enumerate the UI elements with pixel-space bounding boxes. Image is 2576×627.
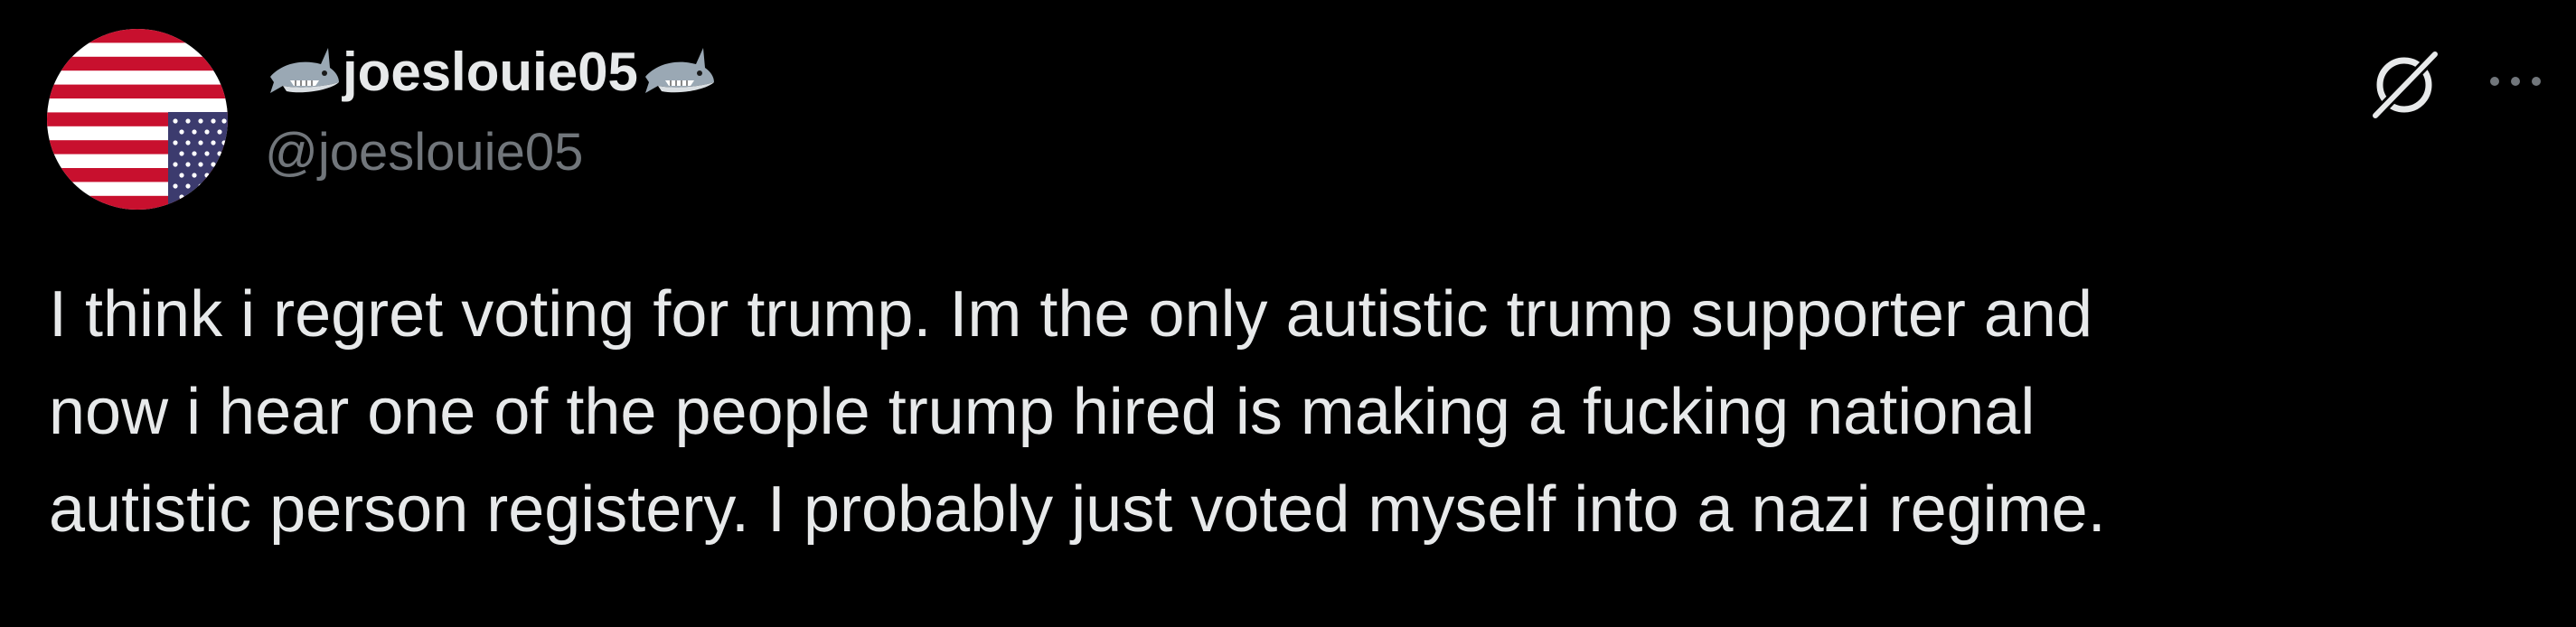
author-name-row[interactable]: joeslouie05 [265, 27, 716, 117]
grok-button[interactable] [2359, 40, 2449, 130]
display-name[interactable]: joeslouie05 [341, 45, 640, 99]
avatar[interactable] [47, 29, 228, 210]
post-text-line: now i hear one of the people trump hired… [49, 376, 2035, 448]
more-options-button[interactable] [2475, 45, 2556, 117]
shark-icon [644, 48, 714, 93]
us-flag-avatar-image [47, 29, 228, 210]
more-options-icon [2490, 77, 2541, 86]
post-text-line: autistic person registery. I probably ju… [49, 473, 2106, 546]
author-handle[interactable]: @joeslouie05 [265, 126, 583, 179]
post-card: joeslouie05 @joeslouie05 I think i regre [0, 0, 2576, 627]
post-text-line: I think i regret voting for trump. Im th… [49, 278, 2093, 351]
post-text: I think i regret voting for trump. Im th… [49, 266, 2543, 558]
shark-icon [270, 48, 339, 93]
grok-icon [2368, 47, 2442, 123]
